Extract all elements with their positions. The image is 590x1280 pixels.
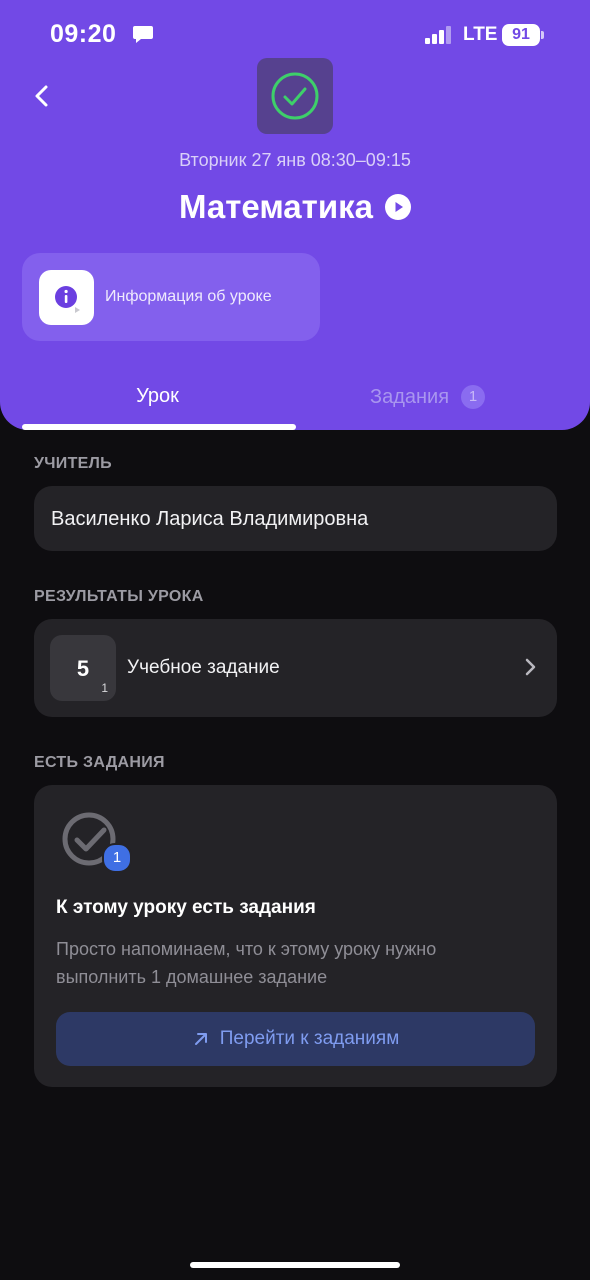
lesson-datetime: Вторник 27 янв 08:30–09:15	[179, 150, 411, 170]
grade-weight: 1	[101, 681, 108, 695]
active-tab-indicator	[22, 424, 296, 430]
arrow-up-right-icon	[194, 1033, 207, 1045]
battery-icon: 91	[502, 24, 540, 46]
result-item[interactable]: 5 1 Учебное задание	[34, 619, 557, 717]
tab-tasks-count-badge: 1	[461, 385, 486, 409]
go-to-tasks-label: Перейти к заданиям	[219, 1028, 400, 1049]
result-label: Учебное задание	[127, 657, 280, 678]
status-time: 09:20	[50, 20, 117, 48]
teacher-card: Василенко Лариса Владимировна	[34, 486, 557, 551]
info-icon	[39, 270, 94, 325]
subject-title-row: Математика	[0, 188, 590, 226]
tab-lesson-label: Урок	[136, 385, 179, 407]
lesson-status-icon	[257, 58, 333, 134]
check-circle-icon	[271, 72, 319, 120]
go-to-tasks-button[interactable]: Перейти к заданиям	[56, 1012, 535, 1066]
grade-value: 5	[76, 656, 90, 681]
play-icon[interactable]	[384, 194, 411, 220]
teacher-name: Василенко Лариса Владимировна	[51, 508, 369, 530]
tab-tasks-label: Задания	[370, 385, 450, 408]
lesson-header: 09:20 LTE 91 Вторник 27 янв 08:30–09:15 …	[0, 0, 590, 430]
tab-tasks[interactable]: Задания 1	[370, 385, 486, 409]
tasks-card: 1 К этому уроку есть задания Просто напо…	[34, 785, 557, 1087]
tab-lesson[interactable]: Урок	[0, 385, 315, 408]
home-indicator[interactable]	[190, 1262, 400, 1268]
tasks-count-badge: 1	[102, 843, 132, 873]
chevron-right-icon	[525, 658, 536, 676]
back-button[interactable]	[26, 80, 58, 112]
tasks-heading: ЕСТЬ ЗАДАНИЯ	[34, 754, 165, 771]
teacher-heading: УЧИТЕЛЬ	[34, 455, 112, 472]
grade-badge: 5 1	[50, 635, 116, 701]
lesson-info-label: Информация об уроке	[105, 288, 272, 305]
results-heading: РЕЗУЛЬТАТЫ УРОКА	[34, 588, 204, 605]
network-type: LTE	[463, 24, 498, 45]
battery-tip	[541, 31, 544, 39]
subject-title: Математика	[179, 188, 373, 225]
message-icon	[133, 26, 153, 43]
lesson-info-button[interactable]: Информация об уроке	[22, 253, 320, 341]
tasks-description: Просто напоминаем, что к этому уроку нуж…	[56, 939, 437, 987]
tasks-title: К этому уроку есть задания	[56, 897, 316, 918]
signal-icon	[425, 26, 451, 44]
